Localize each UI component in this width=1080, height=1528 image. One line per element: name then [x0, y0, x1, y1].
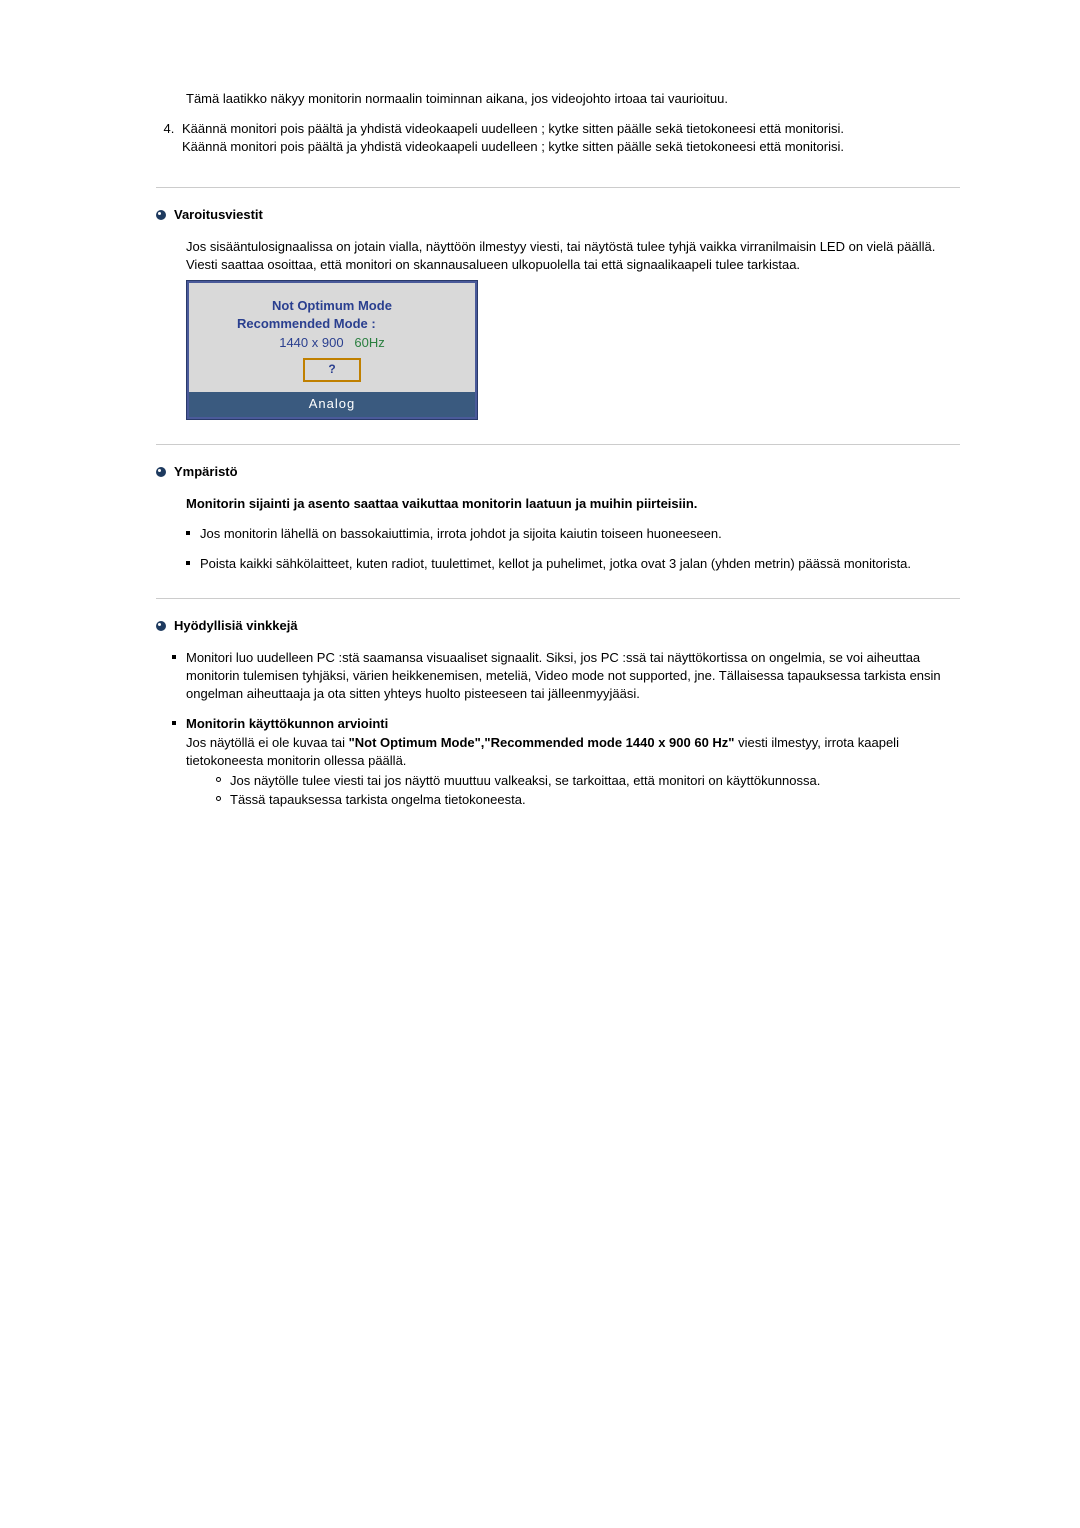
tips-item: Monitorin käyttökunnon arviointi Jos näy…: [172, 715, 960, 809]
environment-item: Poista kaikki sähkölaitteet, kuten radio…: [186, 555, 960, 573]
divider: [156, 187, 960, 188]
tips-item-bold: Monitorin käyttökunnon arviointi: [186, 716, 388, 731]
section-environment-title: Ympäristö: [156, 463, 960, 481]
popup-button: ?: [303, 358, 361, 382]
popup-hz: 60Hz: [354, 335, 384, 350]
step-4-text-b: Käännä monitori pois päältä ja yhdistä v…: [182, 139, 844, 154]
divider: [156, 444, 960, 445]
divider: [156, 598, 960, 599]
environment-item-text: Jos monitorin lähellä on bassokaiuttimia…: [200, 525, 960, 543]
popup-button-row: ?: [197, 358, 467, 382]
tips-subitem: Tässä tapauksessa tarkista ongelma tieto…: [216, 791, 960, 809]
warning-p2: Viesti saattaa osoittaa, että monitori o…: [186, 257, 800, 272]
bullet-icon: [156, 210, 166, 220]
popup-line2: Recommended Mode :: [197, 315, 467, 333]
warning-body: Jos sisääntulosignaalissa on jotain vial…: [156, 238, 960, 274]
step-4: Käännä monitori pois päältä ja yhdistä v…: [178, 120, 960, 156]
environment-body: Monitorin sijainti ja asento saattaa vai…: [156, 495, 960, 574]
popup-footer: Analog: [189, 392, 475, 417]
bullet-icon: [156, 467, 166, 477]
bullet-icon: [156, 621, 166, 631]
tips-list: Monitori luo uudelleen PC :stä saamansa …: [156, 649, 960, 810]
section-warning-title: Varoitusviestit: [156, 206, 960, 224]
tips-item-pre: Jos näytöllä ei ole kuvaa tai: [186, 735, 349, 750]
environment-list: Jos monitorin lähellä on bassokaiuttimia…: [186, 525, 960, 573]
environment-subhead: Monitorin sijainti ja asento saattaa vai…: [186, 495, 960, 513]
environment-item: Jos monitorin lähellä on bassokaiuttimia…: [186, 525, 960, 543]
popup-inner: Not Optimum Mode Recommended Mode : 1440…: [187, 281, 477, 419]
warning-p1: Jos sisääntulosignaalissa on jotain vial…: [186, 239, 935, 254]
monitor-popup-image: Not Optimum Mode Recommended Mode : 1440…: [186, 280, 478, 420]
tips-sublist: Jos näytölle tulee viesti tai jos näyttö…: [186, 772, 960, 809]
tips-item-msg: "Not Optimum Mode","Recommended mode 144…: [349, 735, 735, 750]
environment-item-text: Poista kaikki sähkölaitteet, kuten radio…: [200, 556, 911, 571]
tips-item: Monitori luo uudelleen PC :stä saamansa …: [172, 649, 960, 704]
popup-line1: Not Optimum Mode: [197, 297, 467, 315]
content-area: Tämä laatikko näkyy monitorin normaalin …: [120, 90, 960, 809]
environment-title-text: Ympäristö: [174, 463, 238, 481]
step-4-text-a: Käännä monitori pois päältä ja yhdistä v…: [182, 121, 844, 136]
popup-resolution-line: 1440 x 900 60Hz: [197, 334, 467, 352]
tips-item-text: Monitori luo uudelleen PC :stä saamansa …: [186, 649, 960, 704]
section-tips-title: Hyödyllisiä vinkkejä: [156, 617, 960, 635]
tips-title-text: Hyödyllisiä vinkkejä: [174, 617, 298, 635]
document-page: Tämä laatikko näkyy monitorin normaalin …: [0, 0, 1080, 1528]
popup-resolution: 1440 x 900: [279, 335, 343, 350]
step-list: Käännä monitori pois päältä ja yhdistä v…: [156, 120, 960, 156]
warning-title-text: Varoitusviestit: [174, 206, 263, 224]
tips-subitem: Jos näytölle tulee viesti tai jos näyttö…: [216, 772, 960, 790]
box-note: Tämä laatikko näkyy monitorin normaalin …: [156, 90, 960, 108]
